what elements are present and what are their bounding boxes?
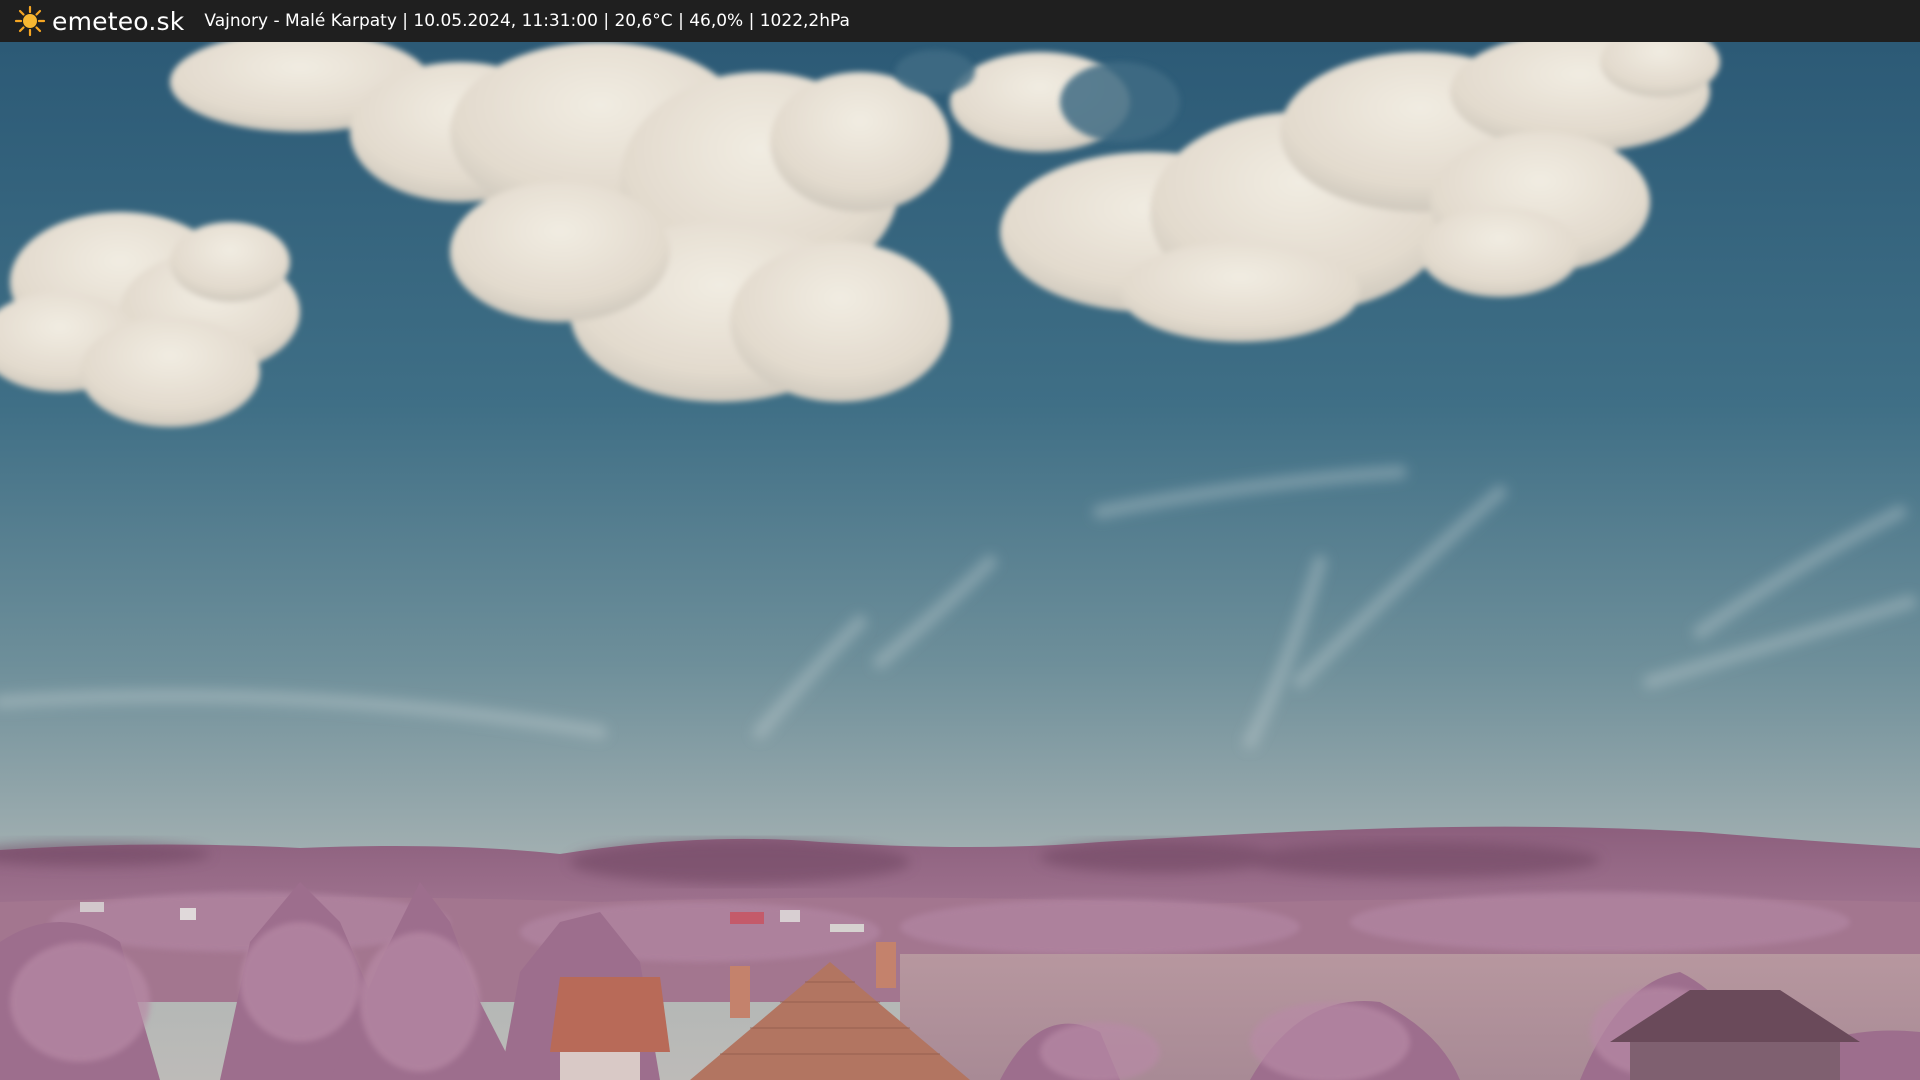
station-caption: Vajnory - Malé Karpaty | 10.05.2024, 11:… (204, 11, 850, 31)
caption-bar: emeteo.sk Vajnory - Malé Karpaty | 10.05… (0, 0, 1920, 42)
landscape-illustration (0, 42, 1920, 1080)
emeteo-logo[interactable]: emeteo.sk (14, 0, 184, 42)
webcam-image (0, 42, 1920, 1080)
logo-text: emeteo.sk (52, 6, 185, 36)
webcam-frame: emeteo.sk Vajnory - Malé Karpaty | 10.05… (0, 0, 1920, 1080)
sun-icon (14, 5, 46, 37)
